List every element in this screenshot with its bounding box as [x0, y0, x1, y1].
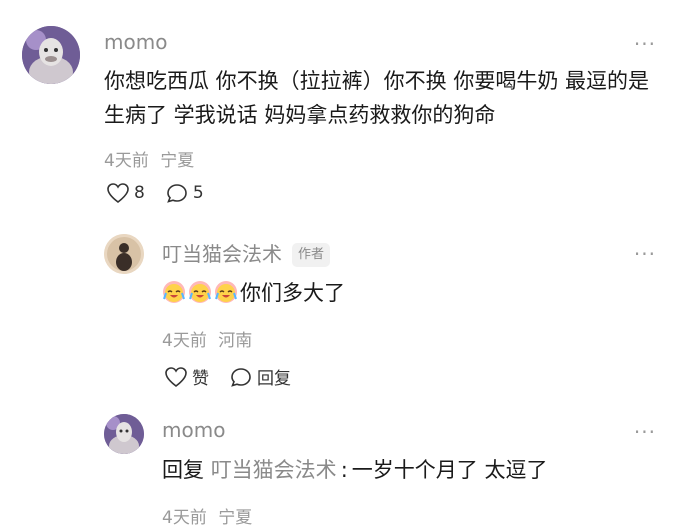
- username[interactable]: momo: [104, 30, 167, 54]
- more-options-icon[interactable]: ···: [634, 420, 656, 444]
- comment-text: 回复 叮当猫会法术: 一岁十个月了 太逗了: [162, 453, 547, 487]
- comment-actions: 8 5: [106, 182, 224, 204]
- timestamp: 4天前: [162, 331, 207, 351]
- comment-meta: 4天前 宁夏: [104, 146, 194, 171]
- location: 河南: [218, 331, 253, 351]
- crying-laugh-emoji: [188, 280, 212, 304]
- comment-text-content: 你们多大了: [240, 281, 345, 305]
- timestamp: 4天前: [162, 508, 207, 528]
- user-avatar[interactable]: [22, 26, 80, 84]
- reply-label: 回复: [257, 369, 291, 389]
- heart-icon: [165, 366, 187, 387]
- reply-separator: :: [340, 458, 348, 482]
- user-avatar[interactable]: [104, 234, 144, 274]
- timestamp: 4天前: [104, 151, 149, 171]
- comment-actions: 赞 回复: [164, 364, 311, 389]
- user-avatar[interactable]: [104, 414, 144, 454]
- reply-to-user[interactable]: 叮当猫会法术: [211, 458, 337, 482]
- comment-text: 你们多大了: [162, 276, 345, 310]
- username[interactable]: momo: [162, 418, 225, 442]
- reply-prefix: 回复: [162, 458, 204, 482]
- username-text[interactable]: 叮当猫会法术: [162, 242, 282, 266]
- reply-button[interactable]: 回复: [229, 364, 291, 389]
- comment-bubble-icon: [166, 184, 187, 203]
- location: 宁夏: [218, 508, 253, 528]
- comment-bubble-icon: [231, 367, 251, 387]
- more-options-icon[interactable]: ···: [634, 32, 656, 56]
- comment-meta: 4天前 宁夏: [162, 503, 252, 528]
- comment-text: 你想吃西瓜 你不换（拉拉裤）你不换 你要喝牛奶 最逗的是生病了 学我说话 妈妈拿…: [104, 69, 650, 127]
- comment-meta: 4天前 河南: [162, 326, 252, 351]
- like-button[interactable]: 赞: [164, 364, 209, 389]
- more-options-icon[interactable]: ···: [634, 242, 656, 266]
- crying-laugh-emoji: [162, 280, 186, 304]
- crying-laugh-emoji: [214, 280, 238, 304]
- like-count: 8: [134, 183, 145, 203]
- reply-button[interactable]: 5: [165, 182, 204, 204]
- like-button[interactable]: 8: [106, 182, 145, 204]
- location: 宁夏: [160, 151, 195, 171]
- heart-icon: [107, 183, 129, 204]
- comment-text-content: 一岁十个月了 太逗了: [351, 458, 548, 482]
- like-label: 赞: [192, 369, 209, 389]
- reply-count: 5: [192, 183, 204, 203]
- author-badge: 作者: [292, 243, 331, 267]
- username[interactable]: 叮当猫会法术 作者: [162, 238, 331, 267]
